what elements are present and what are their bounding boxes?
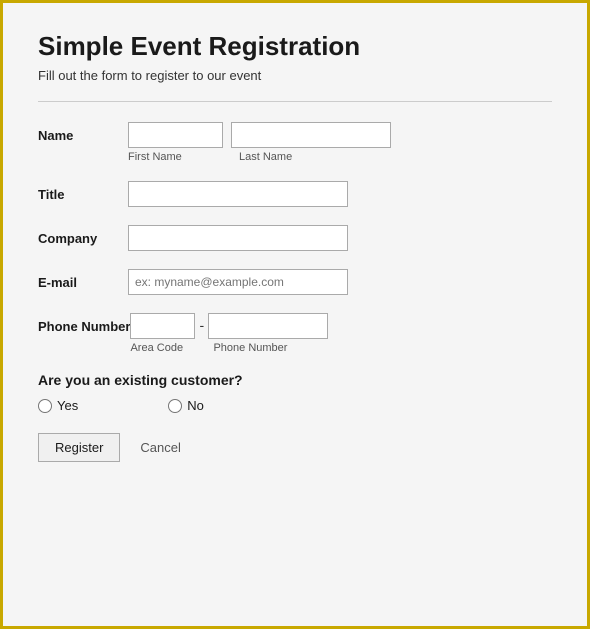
company-row: Company (38, 225, 552, 251)
name-row: Name First Name Last Name (38, 122, 552, 163)
phone-dash: - (199, 313, 204, 333)
phone-inputs: - (130, 313, 333, 339)
yes-radio[interactable] (38, 399, 52, 413)
last-name-sublabel: Last Name (239, 151, 399, 163)
divider (38, 101, 552, 102)
email-row: E-mail (38, 269, 552, 295)
first-name-input[interactable] (128, 122, 223, 148)
title-label: Title (38, 181, 128, 202)
radio-group: Yes No (38, 398, 552, 413)
yes-radio-label[interactable]: Yes (38, 398, 78, 413)
name-label: Name (38, 122, 128, 143)
title-row: Title (38, 181, 552, 207)
first-name-sublabel: First Name (128, 151, 223, 163)
company-input[interactable] (128, 225, 348, 251)
form-title: Simple Event Registration (38, 31, 552, 62)
area-code-sublabel: Area Code (130, 342, 195, 354)
area-code-input[interactable] (130, 313, 195, 339)
page-wrapper: Simple Event Registration Fill out the f… (0, 0, 590, 629)
phone-row: Phone Number - Area Code Phone Number (38, 313, 552, 354)
first-name-group (128, 122, 223, 148)
last-name-input[interactable] (231, 122, 391, 148)
no-radio-label[interactable]: No (168, 398, 204, 413)
customer-section: Are you an existing customer? Yes No (38, 372, 552, 413)
no-radio[interactable] (168, 399, 182, 413)
form-container: Simple Event Registration Fill out the f… (3, 3, 587, 490)
name-sublabels: First Name Last Name (128, 148, 399, 163)
cancel-button[interactable]: Cancel (132, 434, 188, 461)
phone-inputs-container: - Area Code Phone Number (130, 313, 333, 354)
phone-label: Phone Number (38, 313, 130, 334)
email-input[interactable] (128, 269, 348, 295)
name-inputs-container: First Name Last Name (128, 122, 399, 163)
form-subtitle: Fill out the form to register to our eve… (38, 68, 552, 83)
phone-number-sublabel: Phone Number (213, 342, 333, 354)
no-label: No (187, 398, 204, 413)
last-name-group (231, 122, 391, 148)
email-label: E-mail (38, 269, 128, 290)
yes-label: Yes (57, 398, 78, 413)
button-row: Register Cancel (38, 433, 552, 462)
company-label: Company (38, 225, 128, 246)
phone-sublabels: Area Code Phone Number (130, 342, 333, 354)
name-inputs (128, 122, 399, 148)
register-button[interactable]: Register (38, 433, 120, 462)
title-input[interactable] (128, 181, 348, 207)
phone-number-input[interactable] (208, 313, 328, 339)
customer-question: Are you an existing customer? (38, 372, 552, 388)
